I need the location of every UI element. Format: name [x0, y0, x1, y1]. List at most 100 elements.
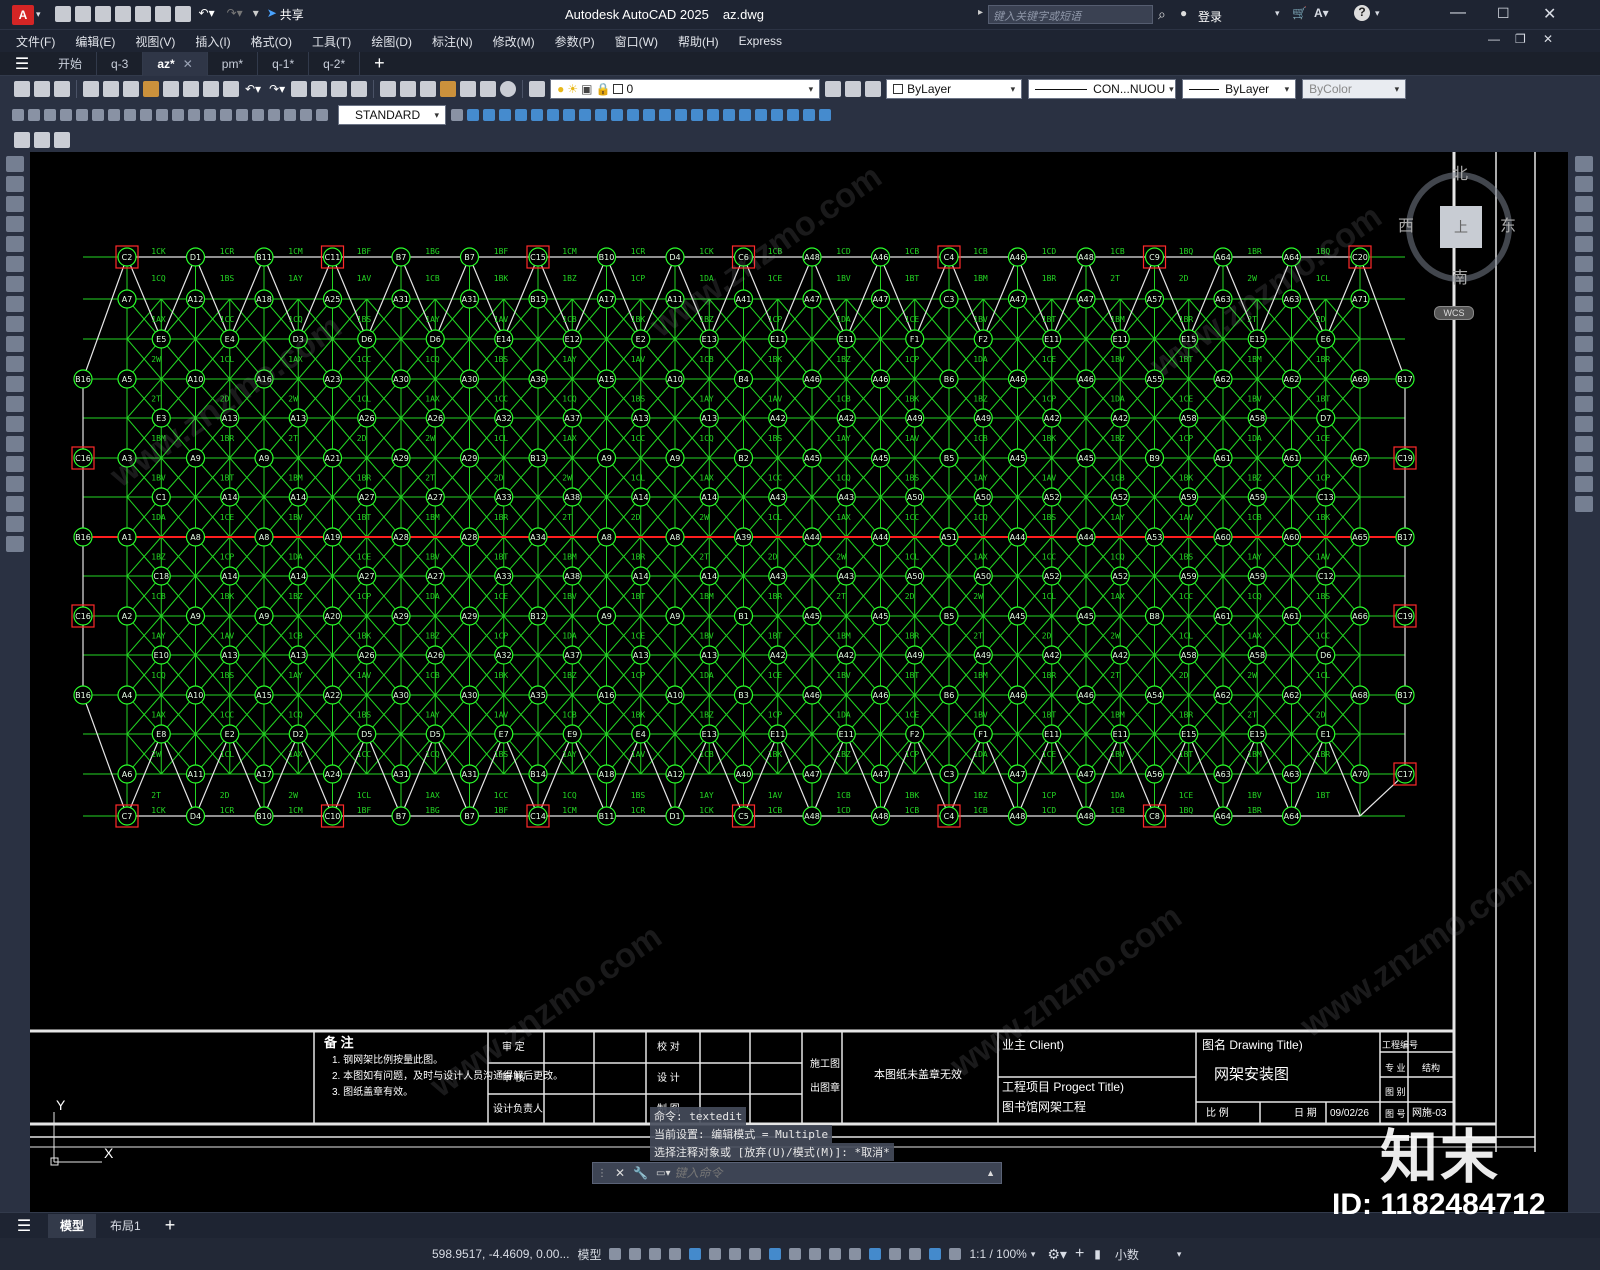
jogged-linear-icon[interactable] — [268, 109, 280, 121]
paste-icon[interactable] — [183, 81, 199, 97]
center-mark-icon[interactable] — [236, 109, 248, 121]
sheet-set-icon[interactable] — [440, 81, 457, 97]
menu-express[interactable]: Express — [729, 34, 792, 48]
viewcube-north[interactable]: 北 — [1452, 167, 1468, 183]
tab-layout1[interactable]: 布局1 — [96, 1217, 155, 1234]
viewcube-top-face[interactable]: 上 — [1440, 206, 1482, 248]
mtext-icon[interactable] — [6, 516, 24, 532]
move-icon[interactable] — [1575, 256, 1593, 272]
linetype-dropdown[interactable]: CON...NUOU ▾ — [1028, 79, 1177, 99]
grid-icon[interactable] — [609, 1248, 622, 1260]
construction-line-icon[interactable] — [6, 176, 24, 192]
revolve-icon[interactable] — [595, 109, 607, 121]
doc-close-icon[interactable]: ✕ — [1543, 32, 1553, 46]
sweep-icon[interactable] — [659, 109, 671, 121]
viewcube-west[interactable]: 西 — [1398, 219, 1414, 235]
doc-minimize-icon[interactable]: — — [1488, 32, 1500, 46]
file-tab[interactable]: pm* — [208, 51, 259, 76]
hatch-icon[interactable] — [6, 436, 24, 452]
rectangle-icon[interactable] — [6, 236, 24, 252]
color-dropdown[interactable]: ByLayer ▾ — [886, 79, 1023, 99]
join-icon[interactable] — [1575, 416, 1593, 432]
radius-icon[interactable] — [76, 109, 88, 121]
share-icon[interactable]: ➤ — [267, 6, 277, 23]
design-center-icon[interactable] — [400, 81, 417, 97]
fillet-icon[interactable] — [1575, 456, 1593, 472]
copy-icon[interactable] — [163, 81, 179, 97]
redo-icon[interactable]: ↷▾ — [269, 82, 285, 96]
file-tab[interactable]: q-3 — [97, 51, 144, 76]
text-style-dropdown[interactable]: STANDARD ▾ — [338, 105, 446, 125]
3d-osnap-icon[interactable] — [849, 1248, 862, 1260]
qnew-icon[interactable] — [14, 81, 30, 97]
open-icon[interactable] — [34, 81, 50, 97]
help-icon[interactable] — [500, 81, 517, 97]
layer-properties-icon[interactable] — [529, 81, 546, 97]
annotation-scale[interactable]: 1:1 / 100% — [965, 1247, 1030, 1261]
customize-icon[interactable]: ▾ — [253, 6, 259, 23]
zoom-window-icon[interactable] — [331, 81, 348, 97]
jogged-icon[interactable] — [92, 109, 104, 121]
dynamic-input-icon[interactable] — [669, 1248, 682, 1260]
open-file-icon[interactable] — [74, 6, 91, 22]
grip-icon[interactable]: ⋮ — [597, 1168, 607, 1179]
web-open-icon[interactable] — [134, 6, 151, 22]
save-icon[interactable] — [94, 6, 111, 22]
autodesk-a360-icon[interactable]: A▾ — [1314, 6, 1329, 20]
layer-dropdown[interactable]: ● ☀ ▣ 🔒 0 ▾ — [550, 79, 821, 99]
blend-icon[interactable] — [1575, 476, 1593, 492]
close-icon[interactable]: ✕ — [615, 1166, 625, 1180]
copy-object-icon[interactable] — [1575, 176, 1593, 192]
ortho-icon[interactable] — [689, 1248, 702, 1260]
make-block-icon[interactable] — [6, 396, 24, 412]
subtract-icon[interactable] — [627, 109, 639, 121]
close-tab-icon[interactable]: ✕ — [183, 57, 193, 71]
close-window-icon[interactable]: ✕ — [1543, 4, 1556, 24]
help-icon[interactable]: ? — [1354, 5, 1370, 21]
annotation-visibility-icon[interactable] — [929, 1248, 942, 1260]
app-logo[interactable]: A — [12, 4, 34, 25]
3d-cone-icon[interactable] — [499, 109, 511, 121]
imprint-icon[interactable] — [771, 109, 783, 121]
add-selected-icon[interactable] — [6, 536, 24, 552]
fillet-edge-icon[interactable] — [803, 109, 815, 121]
osnap-tracking-icon[interactable] — [749, 1248, 762, 1260]
loft-icon[interactable] — [675, 109, 687, 121]
dim-style-icon[interactable] — [451, 109, 463, 121]
pan-icon[interactable] — [291, 81, 308, 97]
cut-icon[interactable] — [143, 81, 159, 97]
zoom-previous-icon[interactable] — [351, 81, 368, 97]
plotstyle-dropdown[interactable]: ByColor ▾ — [1302, 79, 1407, 99]
gradient-icon[interactable] — [6, 456, 24, 472]
chevron-down-icon[interactable]: ▾ — [1177, 1249, 1182, 1260]
redo-icon[interactable]: ↷▾ — [227, 6, 243, 23]
scale-icon[interactable] — [1575, 296, 1593, 312]
3d-sphere-icon[interactable] — [515, 109, 527, 121]
doc-restore-icon[interactable]: ❐ — [1515, 32, 1526, 46]
search-expand-icon[interactable]: ▸ — [978, 7, 983, 18]
table-icon[interactable] — [6, 496, 24, 512]
units-value[interactable]: 小数 — [1111, 1246, 1143, 1263]
rotate-icon[interactable] — [1575, 276, 1593, 292]
spline-icon[interactable] — [6, 316, 24, 332]
baseline-icon[interactable] — [156, 109, 168, 121]
menu-dimension[interactable]: 标注(N) — [422, 33, 483, 50]
selection-filter-icon[interactable] — [889, 1248, 902, 1260]
add-icon[interactable]: + — [1075, 1245, 1084, 1263]
cart-icon[interactable]: 🛒 — [1292, 6, 1307, 20]
drawing-canvas[interactable]: 1CQ 1BS 1AY 1AV 1CB 1BK 1BZ 1CP 1DA 1CE 1BV 1BT 1BM 1… — [30, 152, 1568, 1212]
explode-icon[interactable] — [1575, 496, 1593, 512]
menu-window[interactable]: 窗口(W) — [605, 33, 668, 50]
menu-help[interactable]: 帮助(H) — [668, 33, 729, 50]
osnap-icon[interactable] — [769, 1248, 782, 1260]
chevron-down-icon[interactable]: ▾ — [1275, 8, 1280, 19]
hamburger-menu-icon[interactable]: ☰ — [0, 1216, 48, 1236]
login-button[interactable]: 登录 — [1198, 8, 1222, 25]
offset-icon[interactable] — [1575, 216, 1593, 232]
publish-icon[interactable] — [123, 81, 139, 97]
chevron-down-icon[interactable]: ▾ — [1031, 1249, 1036, 1260]
ellipse-icon[interactable] — [6, 336, 24, 352]
block-attribute-icon[interactable] — [54, 132, 70, 148]
file-tab[interactable]: az* ✕ — [143, 51, 208, 76]
block-insert-icon[interactable] — [14, 132, 30, 148]
